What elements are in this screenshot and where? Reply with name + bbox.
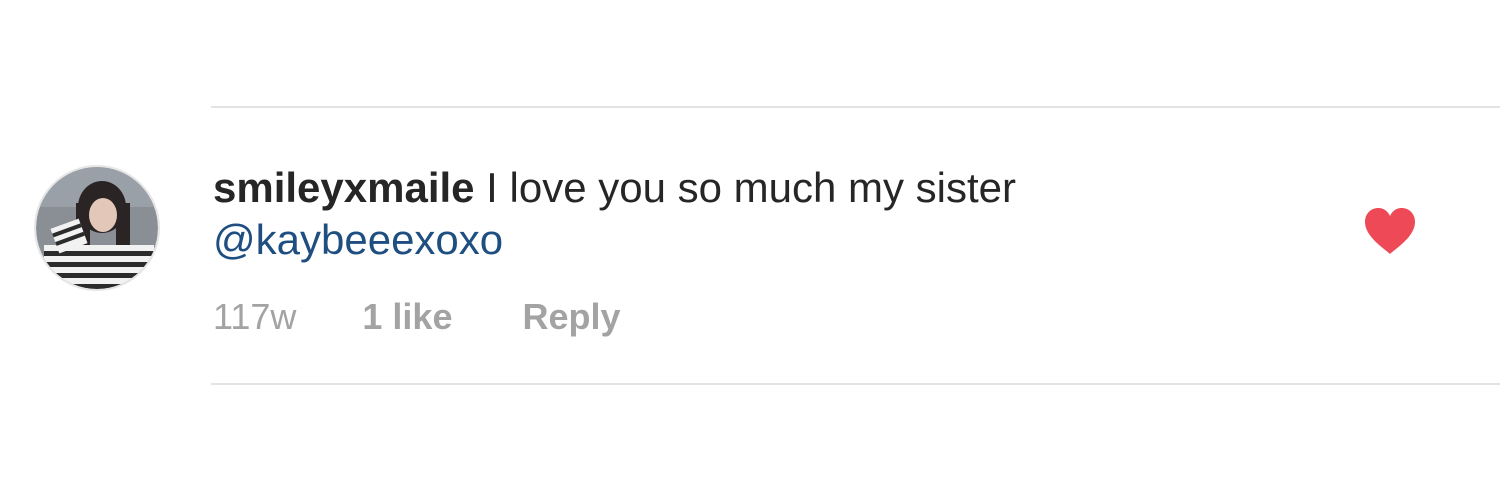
top-divider (211, 106, 1500, 108)
avatar[interactable] (34, 165, 160, 291)
like-button[interactable] (1363, 206, 1417, 256)
reply-button[interactable]: Reply (522, 296, 620, 338)
comment-username[interactable]: smileyxmaile (213, 164, 475, 211)
comment-meta: 117w 1 like Reply (213, 294, 621, 340)
comment-mention[interactable]: @kaybeeexoxo (213, 216, 503, 263)
bottom-divider (211, 383, 1500, 385)
heart-icon (1365, 208, 1415, 254)
comment-body: smileyxmaile I love you so much my siste… (213, 162, 1293, 266)
comment-text: I love you so much my sister (474, 164, 1017, 211)
comment-likes-count[interactable]: 1 like (362, 296, 452, 338)
comment-timestamp: 117w (213, 296, 297, 337)
avatar-photo (36, 167, 158, 289)
